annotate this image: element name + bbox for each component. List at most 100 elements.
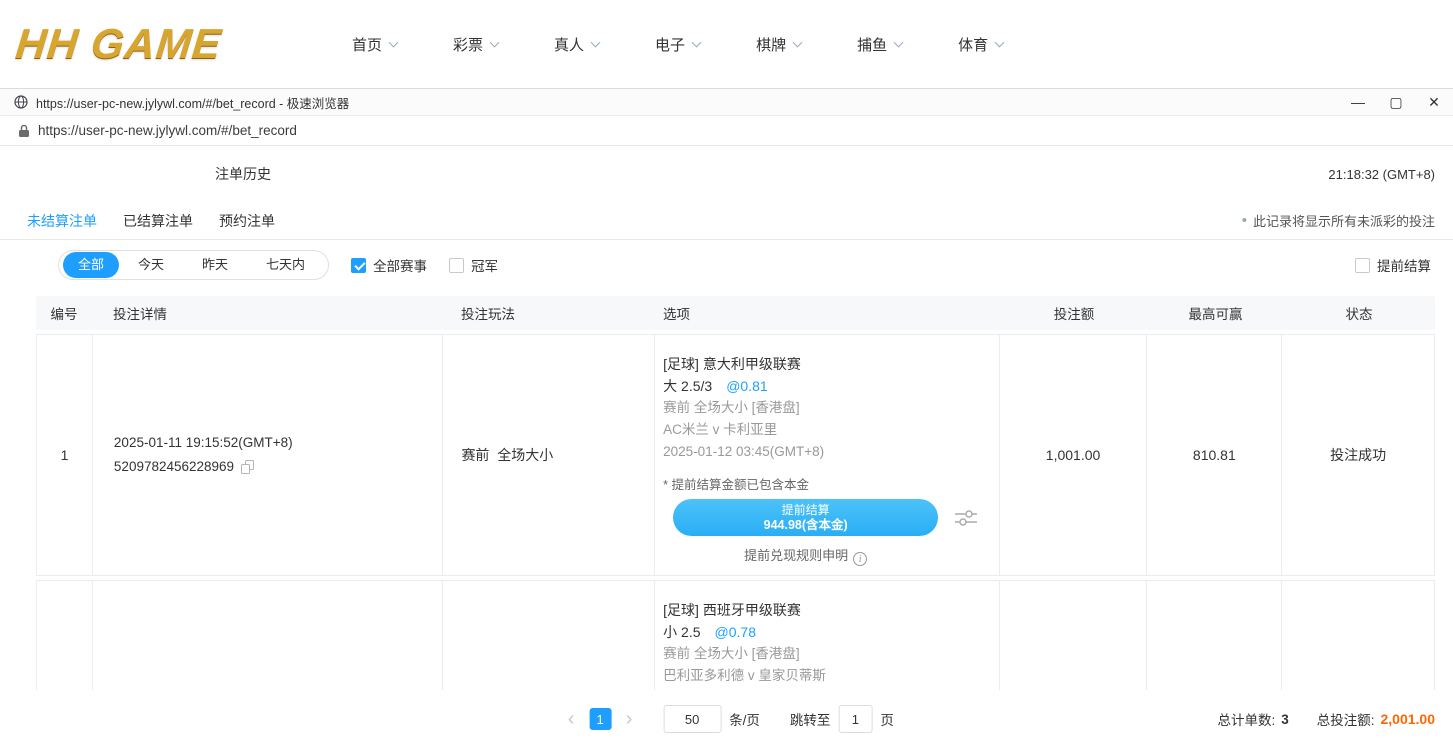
chevron-down-icon [793,38,803,48]
nav-item-fishing[interactable]: 捕鱼 [857,34,902,55]
chevron-down-icon [995,38,1005,48]
page-size-input[interactable] [663,705,721,733]
range-week-button[interactable]: 七天内 [247,252,324,278]
tab-settled[interactable]: 已结算注单 [123,211,193,231]
cell-status: 投注成功 [1282,335,1434,575]
site-logo-text: HH GAME [13,20,223,68]
copy-icon[interactable] [241,460,254,474]
browser-addressbar[interactable]: https://user-pc-new.jylywl.com/#/bet_rec… [0,116,1453,146]
window-title: https://user-pc-new.jylywl.com/#/bet_rec… [36,93,349,112]
league-name: [足球] 西班牙甲级联赛 [663,581,999,621]
cashout-button[interactable]: 提前结算 944.98(含本金) [673,499,938,536]
nav-item-cards[interactable]: 棋牌 [756,34,801,55]
per-page-label: 条/页 [729,709,760,729]
server-time: 21:18:32 (GMT+8) [1328,167,1435,182]
checkbox-icon [1355,258,1370,273]
table-row: 1 2025-01-11 19:15:52(GMT+8) 52097824562… [36,334,1435,576]
lock-icon [18,124,30,138]
nav-item-slots[interactable]: 电子 [655,34,700,55]
chevron-down-icon [591,38,601,48]
site-topbar: HH GAME 首页 彩票 真人 电子 棋牌 捕鱼 体育 [0,0,1453,88]
header-status: 状态 [1283,303,1435,323]
header-option: 选项 [655,303,1000,323]
early-settle-checkbox[interactable]: 提前结算 [1355,255,1431,275]
page-title: 注单历史 [215,164,271,184]
cell-row-number: 1 [37,335,93,575]
cell-max-win: 810.81 [1147,335,1282,575]
main-nav: 首页 彩票 真人 电子 棋牌 捕鱼 体育 [352,34,1059,55]
jump-to-label: 跳转至 [790,709,831,729]
champion-checkbox[interactable]: 冠军 [449,255,498,275]
range-yesterday-button[interactable]: 昨天 [183,252,247,278]
tab-unsettled[interactable]: 未结算注单 [27,211,97,231]
checkbox-checked-icon [351,258,366,273]
bet-record-page: 注单历史 21:18:32 (GMT+8) 未结算注单 已结算注单 预约注单 •… [0,146,1453,748]
nav-item-lottery[interactable]: 彩票 [453,34,498,55]
jump-page-input[interactable] [838,705,872,733]
total-count-value: 3 [1281,712,1289,727]
table-header: 编号 投注详情 投注玩法 选项 投注额 最高可赢 状态 [36,296,1435,330]
header-stake: 投注额 [1000,303,1148,323]
range-all-button[interactable]: 全部 [63,252,119,278]
header-play: 投注玩法 [443,303,655,323]
tabs-note: • 此记录将显示所有未派彩的投注 [1242,211,1435,230]
url-text: https://user-pc-new.jylywl.com/#/bet_rec… [38,123,297,138]
prev-page-button[interactable]: ‹ [559,708,583,730]
cashout-note: * 提前结算金额已包含本金 [663,475,999,495]
chevron-down-icon [894,38,904,48]
next-page-button[interactable]: › [617,708,641,730]
league-name: [足球] 意大利甲级联赛 [663,335,999,375]
bet-time: 2025-01-11 19:15:52(GMT+8) [114,431,443,455]
all-events-checkbox[interactable]: 全部赛事 [351,255,427,275]
close-button[interactable]: ✕ [1415,89,1453,115]
chevron-down-icon [389,38,399,48]
chevron-down-icon [490,38,500,48]
page-1-button[interactable]: 1 [589,708,611,730]
nav-item-live[interactable]: 真人 [554,34,599,55]
window-controls: — ▢ ✕ [1339,89,1453,115]
header-detail: 投注详情 [92,303,443,323]
odds-text: @0.81 [726,378,767,394]
pick-line: 大 2.5/3 @0.81 [663,375,999,397]
tab-reserved[interactable]: 预约注单 [219,211,275,231]
page-header: 注单历史 21:18:32 (GMT+8) [0,146,1453,202]
tune-icon[interactable] [955,509,977,527]
market-text: 赛前 全场大小 [香港盘] [663,643,999,665]
total-stake-value: 2,001.00 [1381,711,1436,727]
match-teams: AC米兰 v 卡利亚里 [663,419,999,441]
bet-table: 编号 投注详情 投注玩法 选项 投注额 最高可赢 状态 1 2025-01-11… [36,296,1435,748]
totals-summary: 总计单数: 3 总投注额: 2,001.00 [1217,709,1435,729]
range-today-button[interactable]: 今天 [119,252,183,278]
pick-line: 小 2.5 @0.78 [663,621,999,643]
pick-text: 小 2.5 [663,624,700,640]
header-maxwin: 最高可赢 [1148,303,1283,323]
cashout-row: 提前结算 944.98(含本金) [663,499,999,536]
info-icon[interactable]: i [853,552,867,566]
maximize-button[interactable]: ▢ [1377,89,1415,115]
cell-bet-play: 赛前 全场大小 [443,335,655,575]
cell-option: [足球] 意大利甲级联赛 大 2.5/3@0.81 赛前 全场大小 [香港盘] … [655,335,1000,575]
pick-text: 大 2.5/3 [663,378,712,394]
cell-stake: 1,001.00 [1000,335,1148,575]
bullet-icon: • [1242,212,1247,229]
pagination: ‹ 1 › 条/页 跳转至 页 [559,705,894,733]
table-footer: ‹ 1 › 条/页 跳转至 页 总计单数: 3 总投注额: 2,001.00 [0,690,1453,748]
globe-icon [14,95,28,109]
match-teams: 巴利亚多利德 v 皇家贝蒂斯 [663,665,999,687]
cashout-rule-link[interactable]: 提前兑现规则申明i [663,545,948,566]
total-count-label: 总计单数: [1217,709,1275,729]
nav-item-sports[interactable]: 体育 [958,34,1003,55]
header-no: 编号 [36,303,92,323]
odds-text: @0.78 [715,624,756,640]
site-logo[interactable]: HH GAME [16,20,316,68]
market-text: 赛前 全场大小 [香港盘] [663,397,999,419]
date-range-group: 全部 今天 昨天 七天内 [58,250,329,280]
total-stake-label: 总投注额: [1317,709,1375,729]
record-tabs: 未结算注单 已结算注单 预约注单 • 此记录将显示所有未派彩的投注 [0,202,1453,240]
nav-item-home[interactable]: 首页 [352,34,397,55]
chevron-down-icon [692,38,702,48]
order-id-line: 5209782456228969 [114,455,443,479]
page-unit-label: 页 [880,709,894,729]
minimize-button[interactable]: — [1339,89,1377,115]
filter-row: 全部 今天 昨天 七天内 全部赛事 冠军 提前结算 [0,240,1453,290]
